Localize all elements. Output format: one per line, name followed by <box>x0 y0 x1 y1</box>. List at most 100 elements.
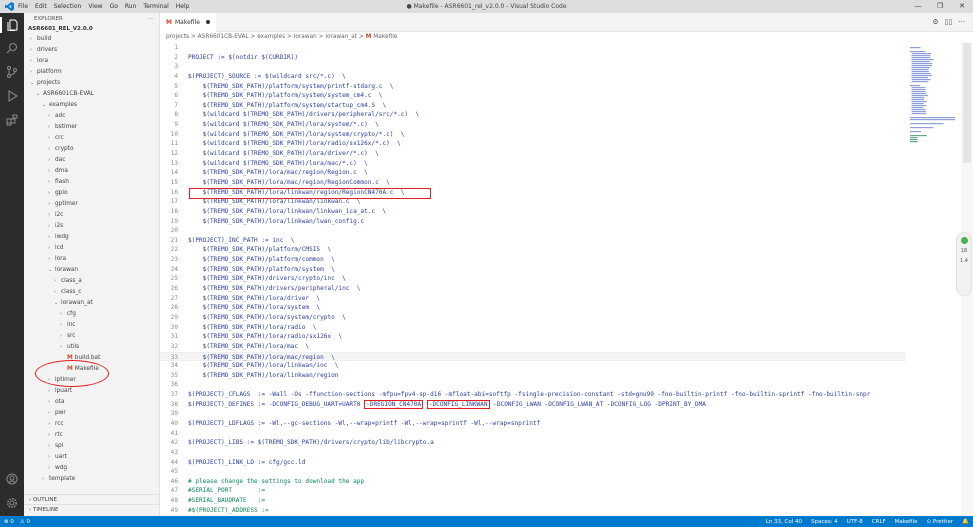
code-line[interactable]: 2 PROJECT := $(notdir $(CURDIR)) <box>160 53 906 63</box>
cursor-position[interactable]: Ln 33, Col 40 <box>766 519 802 525</box>
breadcrumb-file[interactable]: Makefile <box>373 34 397 40</box>
explorer-icon[interactable] <box>0 17 24 33</box>
more-editor-actions-icon[interactable]: ··· <box>958 18 965 26</box>
more-actions-icon[interactable]: ··· <box>148 16 153 22</box>
unsaved-dot-icon[interactable] <box>206 20 210 24</box>
menu-help[interactable]: Help <box>176 3 190 10</box>
tree-item-ota[interactable]: › ota <box>24 397 159 408</box>
errors-indicator[interactable]: ⊗ 0 <box>4 519 14 525</box>
code-line[interactable]: 15 $(TREMO_SDK_PATH)/lora/mac/region/Reg… <box>160 178 906 188</box>
code-line[interactable]: 24 $(TREMO_SDK_PATH)/platform/system \ <box>160 265 906 275</box>
tree-item-gpio[interactable]: › gpio <box>24 188 159 199</box>
tree-item-flash[interactable]: › flash <box>24 177 159 188</box>
tree-item-src[interactable]: › src <box>24 331 159 342</box>
tree-item-lora[interactable]: › lora <box>24 254 159 265</box>
code-line[interactable]: 43 <box>160 448 906 458</box>
code-line[interactable]: 47 #SERIAL_PORT := <box>160 486 906 496</box>
floating-widget[interactable]: 18 1.4 <box>956 232 972 296</box>
tree-item-crypto[interactable]: › crypto <box>24 144 159 155</box>
minimap[interactable] <box>906 43 961 516</box>
tree-item-drivers[interactable]: › drivers <box>24 45 159 56</box>
code-line[interactable]: 34 $(TREMO_SDK_PATH)/lora/linkwan/inc \ <box>160 361 906 371</box>
tree-item-lorawan[interactable]: ⌄ lorawan <box>24 265 159 276</box>
tree-item-asr6601cb-eval[interactable]: ⌄ ASR6601CB-EVAL <box>24 89 159 100</box>
menu-file[interactable]: File <box>18 3 28 10</box>
code-line[interactable]: 23 $(TREMO_SDK_PATH)/platform/common \ <box>160 255 906 265</box>
tree-item-rtc[interactable]: › rtc <box>24 430 159 441</box>
code-line[interactable]: 26 $(TREMO_SDK_PATH)/drivers/peripheral/… <box>160 284 906 294</box>
tree-item-pwr[interactable]: › pwr <box>24 408 159 419</box>
code-line[interactable]: 41 <box>160 429 906 439</box>
tree-item-template[interactable]: › template <box>24 474 159 485</box>
tree-item-dma[interactable]: › dma <box>24 166 159 177</box>
menu-view[interactable]: View <box>88 3 102 10</box>
code-line[interactable]: 46 # please change the settings to downlo… <box>160 477 906 487</box>
tree-item-crc[interactable]: › crc <box>24 133 159 144</box>
code-line[interactable]: 38 $(PROJECT)_DEFINES := -DCONFIG_DEBUG_U… <box>160 399 906 410</box>
close-window-button[interactable]: ✕ <box>951 0 973 13</box>
tree-item-wdg[interactable]: › wdg <box>24 463 159 474</box>
scrollbar-thumb[interactable] <box>963 43 971 163</box>
code-line[interactable]: 12 $(wildcard $(TREMO_SDK_PATH)/lora/dri… <box>160 149 906 159</box>
search-icon[interactable] <box>4 40 20 56</box>
code-line[interactable]: 14 $(TREMO_SDK_PATH)/lora/mac/region/Reg… <box>160 168 906 178</box>
code-line[interactable]: 20 <box>160 226 906 236</box>
tree-item-iwdg[interactable]: › iwdg <box>24 232 159 243</box>
code-line[interactable]: 7 $(TREMO_SDK_PATH)/platform/system/star… <box>160 101 906 111</box>
tree-item-spi[interactable]: › spi <box>24 441 159 452</box>
code-line[interactable]: 3 <box>160 62 906 72</box>
menu-edit[interactable]: Edit <box>35 3 47 10</box>
code-line[interactable]: 33 $(TREMO_SDK_PATH)/lora/mac/region \ <box>160 351 906 362</box>
prettier-status[interactable]: ⊙ Prettier <box>927 519 954 525</box>
menu-terminal[interactable]: Terminal <box>143 3 168 10</box>
code-editor[interactable]: 1 2 PROJECT := $(notdir $(CURDIR)) 3 4 $(PROJ… <box>160 43 906 516</box>
tree-item-utils[interactable]: › utils <box>24 342 159 353</box>
tree-item-adc[interactable]: › adc <box>24 111 159 122</box>
tree-item-lorawan-at[interactable]: ⌄ lorawan_at <box>24 298 159 309</box>
code-line[interactable]: 1 <box>160 43 906 53</box>
code-line[interactable]: 45 <box>160 467 906 477</box>
tree-item-gptimer[interactable]: › gptimer <box>24 199 159 210</box>
code-line[interactable]: 31 $(TREMO_SDK_PATH)/lora/radio/sx126x \ <box>160 332 906 342</box>
tree-item-class-a[interactable]: › class_a <box>24 276 159 287</box>
tree-item-class-c[interactable]: › class_c <box>24 287 159 298</box>
menu-run[interactable]: Run <box>125 3 137 10</box>
code-line[interactable]: 42 $(PROJECT)_LIBS := $(TREMO_SDK_PATH)/d… <box>160 438 906 448</box>
code-line[interactable]: 49 #$(PROJECT)_ADDRESS := <box>160 506 906 516</box>
workspace-root[interactable]: ASR6601_REL_V2.0.0 <box>24 25 159 34</box>
code-line[interactable]: 29 $(TREMO_SDK_PATH)/lora/system/crypto … <box>160 313 906 323</box>
code-line[interactable]: 10 $(wildcard $(TREMO_SDK_PATH)/lora/sys… <box>160 130 906 140</box>
code-line[interactable]: 37 $(PROJECT)_CFLAGS := -Wall -Os -ffunct… <box>160 390 906 400</box>
tree-item-dac[interactable]: › dac <box>24 155 159 166</box>
language-mode[interactable]: Makefile <box>895 519 918 525</box>
code-line[interactable]: 30 $(TREMO_SDK_PATH)/lora/radio \ <box>160 323 906 333</box>
tree-item-lcd[interactable]: › lcd <box>24 243 159 254</box>
tree-item-i2s[interactable]: › i2s <box>24 221 159 232</box>
code-line[interactable]: 9 $(wildcard $(TREMO_SDK_PATH)/lora/syst… <box>160 120 906 130</box>
menu-go[interactable]: Go <box>110 3 118 10</box>
code-line[interactable]: 48 #SERIAL_BAUDRATE := <box>160 496 906 506</box>
source-control-icon[interactable] <box>4 64 20 80</box>
manage-gear-icon[interactable] <box>4 495 20 511</box>
minimize-button[interactable]: — <box>907 0 929 13</box>
tree-item-lora[interactable]: › lora <box>24 56 159 67</box>
code-line[interactable]: 36 <box>160 380 906 390</box>
tree-item-cfg[interactable]: › cfg <box>24 309 159 320</box>
notifications-bell-icon[interactable]: 🔔 <box>962 519 969 525</box>
code-line[interactable]: 25 $(TREMO_SDK_PATH)/drivers/crypto/inc … <box>160 274 906 284</box>
split-editor-icon[interactable]: ▯▯ <box>945 18 953 26</box>
code-line[interactable]: 6 $(TREMO_SDK_PATH)/platform/system/syst… <box>160 91 906 101</box>
line-ending[interactable]: CRLF <box>872 519 886 525</box>
code-line[interactable]: 32 $(TREMO_SDK_PATH)/lora/mac \ <box>160 342 906 352</box>
code-line[interactable]: 28 $(TREMO_SDK_PATH)/lora/system \ <box>160 303 906 313</box>
code-line[interactable]: 44 $(PROJECT)_LINK_LD := cfg/gcc.ld <box>160 458 906 468</box>
outline-panel-header[interactable]: › OUTLINE <box>24 494 159 504</box>
code-line[interactable]: 8 $(wildcard $(TREMO_SDK_PATH)/drivers/p… <box>160 110 906 120</box>
extensions-icon[interactable] <box>4 112 20 128</box>
code-line[interactable]: 18 $(TREMO_SDK_PATH)/lora/linkwan/linkwa… <box>160 207 906 217</box>
code-line[interactable]: 21 $(PROJECT)_INC_PATH := inc \ <box>160 236 906 246</box>
code-line[interactable]: 13 $(wildcard $(TREMO_SDK_PATH)/lora/mac… <box>160 159 906 169</box>
timeline-panel-header[interactable]: › TIMELINE <box>24 504 159 514</box>
account-icon[interactable] <box>4 471 20 487</box>
menu-selection[interactable]: Selection <box>54 3 82 10</box>
